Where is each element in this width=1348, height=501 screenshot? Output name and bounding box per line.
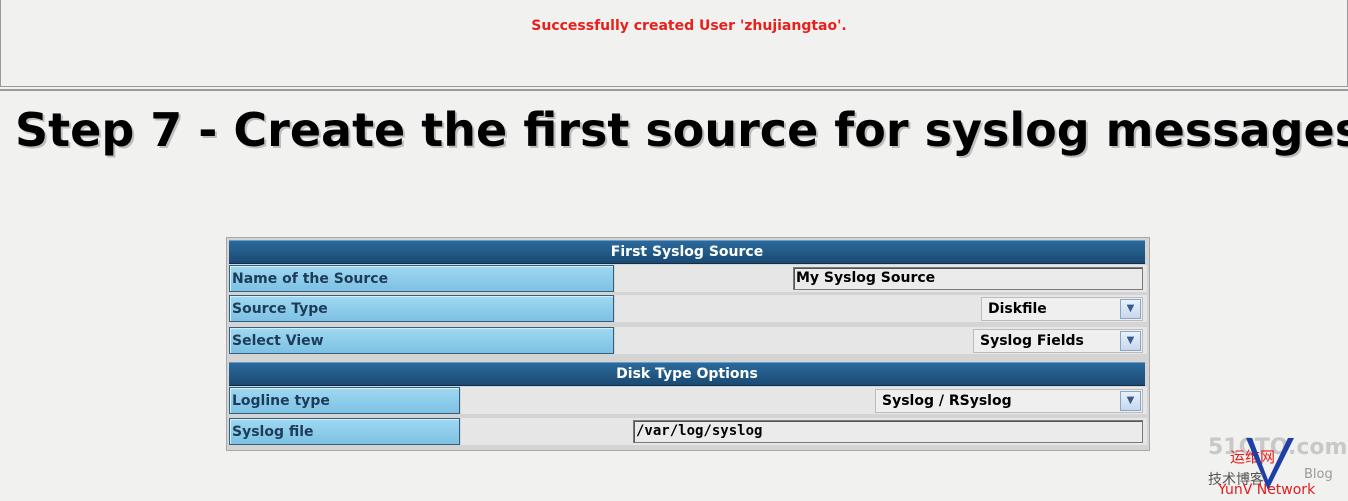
logline-type-label: Logline type [229, 387, 460, 414]
logline-type-value: Syslog / RSyslog [882, 393, 1012, 409]
select-view-value: Syslog Fields [980, 333, 1084, 349]
source-name-cell: My Syslog Source [615, 265, 1147, 292]
watermark-logo-svg: 51CTO.com 运维网 技术博客 Blog YunV Network [1208, 435, 1347, 498]
syslog-file-cell: /var/log/syslog [461, 418, 1147, 445]
section-header-disk-type-options: Disk Type Options [229, 362, 1145, 386]
watermark-site: 51CTO.com [1208, 435, 1346, 460]
source-type-cell: Diskfile ▼ [615, 295, 1147, 322]
source-type-value: Diskfile [988, 301, 1047, 317]
select-view-cell: Syslog Fields ▼ [615, 327, 1147, 354]
syslog-file-label: Syslog file [229, 418, 460, 445]
logline-type-select[interactable]: Syslog / RSyslog ▼ [875, 389, 1143, 413]
source-type-label: Source Type [229, 295, 614, 322]
select-view-select[interactable]: Syslog Fields ▼ [973, 329, 1143, 353]
page: Successfully created User 'zhujiangtao'.… [0, 0, 1348, 501]
select-view-label: Select View [229, 327, 614, 354]
syslog-file-input[interactable]: /var/log/syslog [633, 420, 1143, 443]
watermark-blog: Blog [1304, 467, 1333, 482]
source-type-select[interactable]: Diskfile ▼ [981, 297, 1143, 321]
source-name-label: Name of the Source [229, 265, 614, 292]
chevron-down-icon[interactable]: ▼ [1120, 299, 1141, 319]
source-form: First Syslog Source Name of the Source M… [226, 237, 1150, 451]
page-title: Step 7 - Create the first source for sys… [15, 103, 1348, 157]
chevron-down-icon[interactable]: ▼ [1120, 331, 1141, 351]
message-area: Successfully created User 'zhujiangtao'. [0, 0, 1348, 87]
separator [0, 89, 1348, 91]
logline-type-cell: Syslog / RSyslog ▼ [461, 387, 1147, 414]
watermark-logo: 51CTO.com 运维网 技术博客 Blog YunV Network [1206, 432, 1347, 498]
watermark-network: YunV Network [1217, 482, 1316, 498]
chevron-down-icon[interactable]: ▼ [1120, 391, 1141, 411]
section-header-first-source: First Syslog Source [229, 240, 1145, 264]
source-name-input[interactable]: My Syslog Source [793, 267, 1143, 290]
success-message: Successfully created User 'zhujiangtao'. [531, 18, 847, 34]
